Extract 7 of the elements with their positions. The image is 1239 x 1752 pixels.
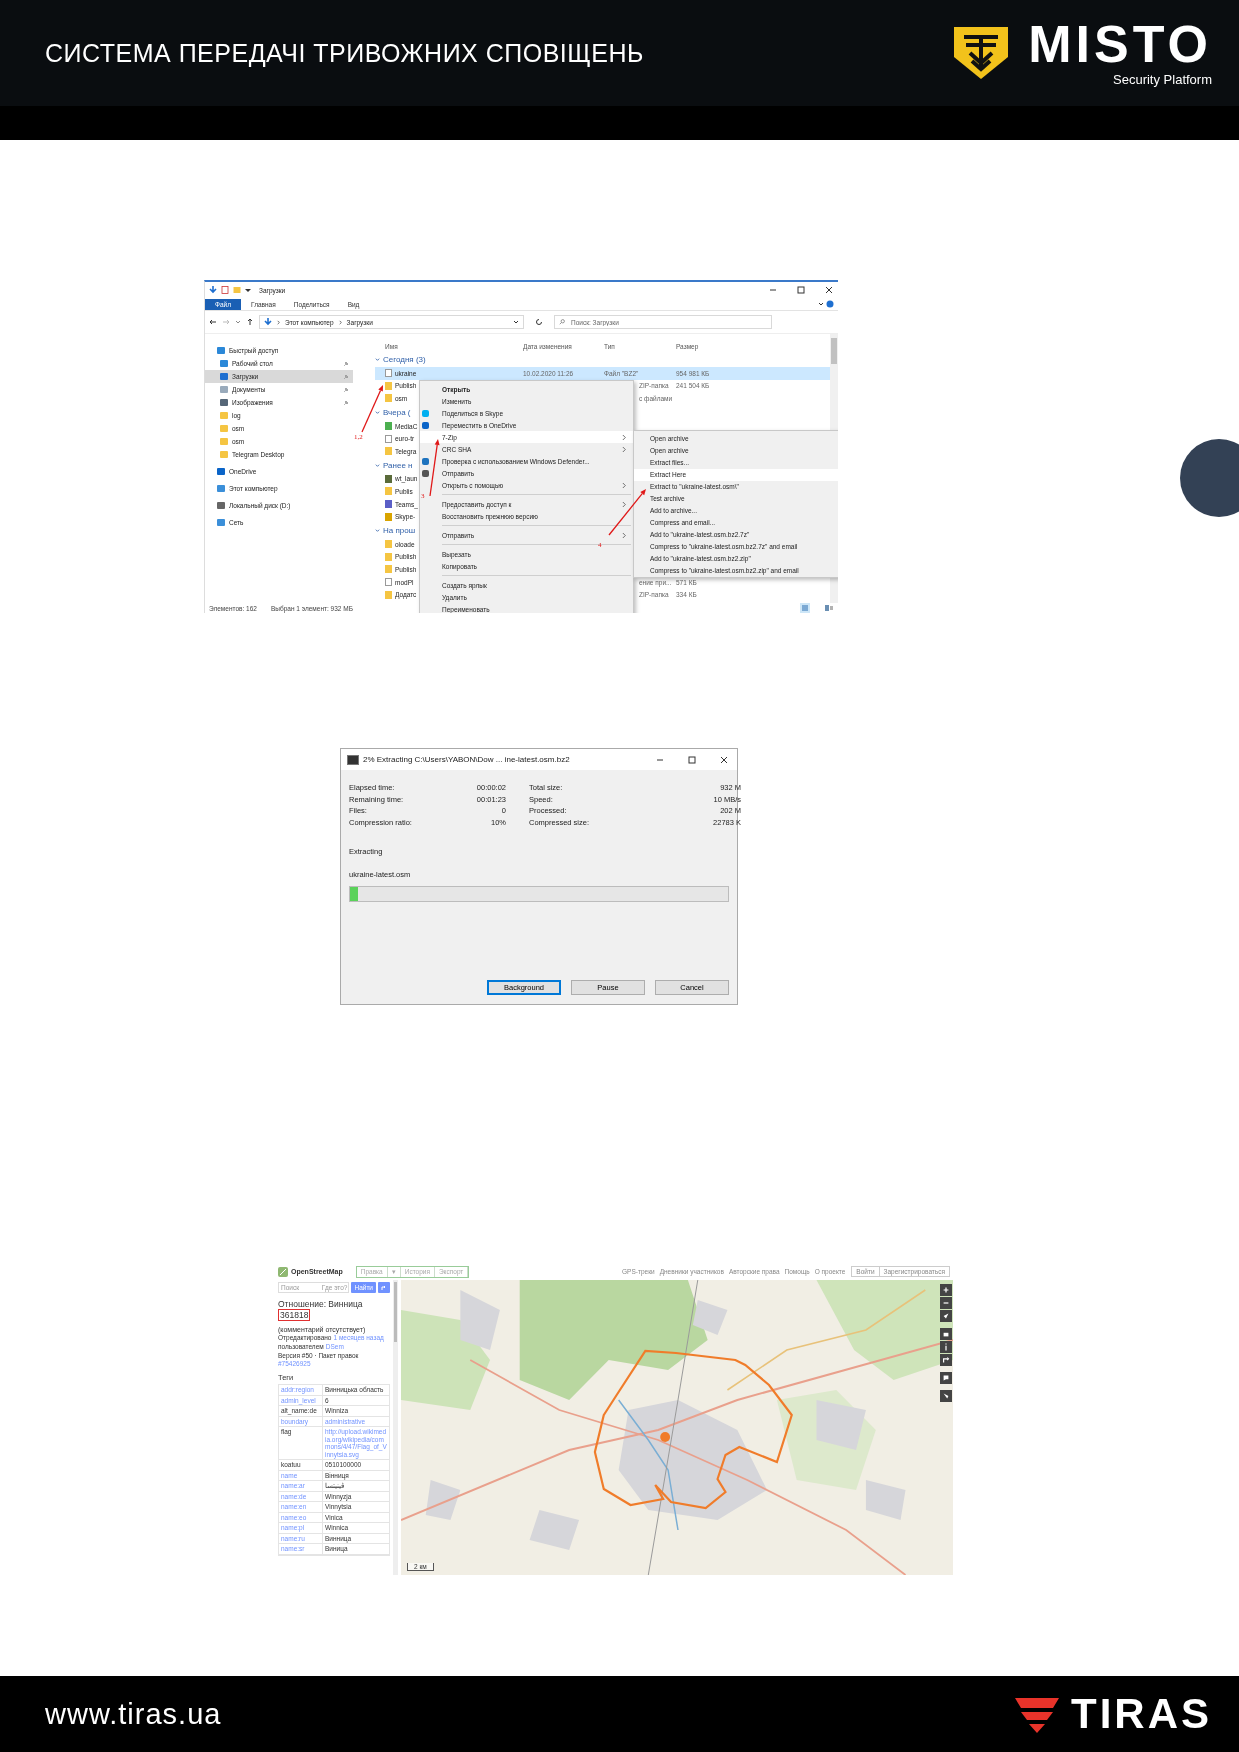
logo-tagline: Security Platform [1113,71,1212,87]
relation-heading: Отношение: Винница [278,1299,363,1309]
relation-id: 361818 [278,1309,311,1321]
header-title: СИСТЕМА ПЕРЕДАЧІ ТРИВОЖНИХ СПОВІЩЕНЬ [45,38,645,68]
logo-wordmark: TIRAS [1071,1690,1212,1738]
window-title: 2% Extracting C:\Users\YABON\Dow ... ine-latest.osm.bz2 [363,755,570,764]
logo-wordmark: MISTO [1028,19,1212,68]
